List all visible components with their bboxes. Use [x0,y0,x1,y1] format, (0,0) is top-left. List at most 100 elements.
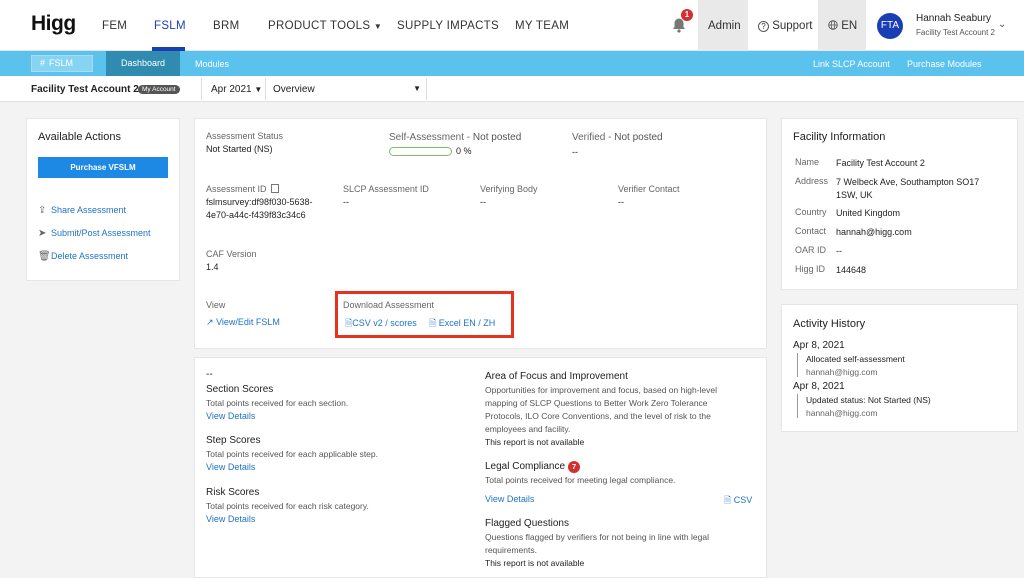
chevron-down-icon: ▼ [254,85,263,94]
view-value: Overview [273,84,315,95]
purchase-modules-link[interactable]: Purchase Modules [907,59,982,69]
flagged-desc-line1: Questions flagged by verifiers for not b… [485,532,709,542]
focus-not-available: This report is not available [485,437,585,447]
activity-by: hannah@higg.com [806,367,878,377]
verified-label: Verified - [572,132,615,143]
module-subnav: # FSLM Dashboard Modules Link SLCP Accoun… [0,51,1024,76]
delete-assessment-label: Delete Assessment [51,251,129,261]
caret-down-icon: ▼ [373,22,383,31]
share-assessment-action[interactable]: ⇪ Share Assessment [38,205,126,216]
support-label: Support [772,20,813,32]
activity-text: Updated status: Not Started (NS) [806,395,931,405]
flagged-not-available: This report is not available [485,558,585,568]
divider [265,78,266,100]
nav-my-team[interactable]: MY TEAM [515,20,569,32]
activity-date: Apr 8, 2021 [793,340,845,351]
user-name[interactable]: Hannah Seabury [916,13,991,24]
period-value: Apr 2021 [211,84,252,95]
avatar[interactable]: FTA [877,13,903,39]
tab-modules[interactable]: Modules [195,59,229,69]
nav-fem[interactable]: FEM [102,20,127,32]
share-icon: ⇪ [38,205,47,216]
verifying-body-value: -- [480,197,486,207]
tab-dashboard[interactable]: Dashboard [106,51,180,76]
period-select[interactable]: Apr 2021 ▼ [211,84,262,95]
facility-oar-label: OAR ID [795,245,827,255]
facility-contact-label: Contact [795,226,827,236]
view-edit-label: View/Edit FSLM [216,317,280,327]
link-slcp-account[interactable]: Link SLCP Account [813,59,890,69]
risk-scores-desc: Total points received for each risk cate… [206,501,369,511]
globe-icon [828,20,838,30]
flagged-questions-title: Flagged Questions [485,518,569,529]
higg-logo[interactable]: Higg [31,12,76,36]
facility-oar-value: -- [836,246,842,256]
activity-timeline-line [797,394,798,418]
trash-icon: 🗑 [38,251,51,262]
facility-address-label: Address [795,176,829,186]
activity-by: hannah@higg.com [806,408,878,418]
assessment-id-value-line1: fslmsurvey:df98f030-5638- [206,197,313,207]
csv-file-icon: 🗎 [724,495,732,505]
facility-country-value: United Kingdom [836,208,901,218]
nav-fslm[interactable]: FSLM [154,20,186,32]
delete-assessment-action[interactable]: 🗑Delete Assessment [38,251,128,262]
flagged-desc-line2: requirements. [485,545,537,555]
admin-menu[interactable]: Admin [708,20,741,32]
legal-compliance-view-details[interactable]: View Details [485,494,534,504]
copy-icon[interactable] [271,184,280,193]
risk-scores-view-details[interactable]: View Details [206,514,255,524]
section-scores-title: Section Scores [206,384,274,395]
facility-address-line1: 7 Welbeck Ave, Southampton SO17 [836,177,980,187]
submit-assessment-action[interactable]: ➤ Submit/Post Assessment [38,228,151,239]
verifier-contact-value: -- [618,197,624,207]
divider [426,78,427,100]
step-scores-view-details[interactable]: View Details [206,462,255,472]
my-account-badge: My Account [138,85,180,94]
view-select[interactable]: Overview ▼ [273,84,421,95]
nav-supply-impacts[interactable]: SUPPLY IMPACTS [397,20,499,32]
support-link[interactable]: ? Support [758,20,812,32]
activity-history-title: Activity History [793,318,866,330]
language-selector[interactable]: EN [828,20,857,32]
facility-country-label: Country [795,207,827,217]
chevron-down-icon[interactable]: ⌄ [998,19,1006,30]
assessment-id-value-line2: 4e70-a44c-f439f83c34c6 [206,210,306,220]
caf-version-label: CAF Version [206,249,257,259]
purchase-vfslm-button[interactable]: Purchase VFSLM [38,157,168,178]
fslm-pill-label: FSLM [49,58,74,68]
nav-product-tools[interactable]: PRODUCT TOOLS ▼ [268,20,382,32]
verifier-contact-label: Verifier Contact [618,184,680,194]
legal-compliance-title: Legal Compliance 7 [485,461,581,473]
account-bar: Facility Test Account 2 My Account Apr 2… [0,76,1024,102]
legal-csv-link[interactable]: 🗎 CSV [724,493,752,509]
activity-text: Allocated self-assessment [806,354,905,364]
notification-count-badge: 1 [681,9,693,21]
activity-timeline-line [797,353,798,377]
assessment-status-label: Assessment Status [206,131,284,141]
user-account: Facility Test Account 2 [916,28,995,37]
assessment-id-label-text: Assessment ID [206,184,267,194]
self-assessment-progress-bar [389,147,452,156]
external-link-icon: ↗ [206,317,214,327]
legal-compliance-count: 7 [568,461,581,473]
chevron-down-icon: ▼ [413,84,421,93]
submit-assessment-label: Submit/Post Assessment [51,228,151,238]
facility-name-value: Facility Test Account 2 [836,158,925,168]
download-highlight-box [335,291,514,338]
language-label: EN [841,20,858,32]
verified-sub-value: -- [572,147,578,157]
step-scores-title: Step Scores [206,435,261,446]
legal-compliance-desc: Total points received for meeting legal … [485,475,676,485]
nav-product-tools-label: PRODUCT TOOLS [268,20,371,32]
view-edit-fslm-link[interactable]: ↗ View/Edit FSLM [206,317,280,328]
focus-desc-line4: employees and facility. [485,424,571,434]
self-assessment-label: Self-Assessment - [389,132,473,143]
section-scores-view-details[interactable]: View Details [206,411,255,421]
facility-higg-id-label: Higg ID [795,264,826,274]
caf-version-value: 1.4 [206,262,219,272]
section-scores-desc: Total points received for each section. [206,398,349,408]
nav-brm[interactable]: BRM [213,20,239,32]
fslm-module-pill[interactable]: # FSLM [31,55,93,72]
focus-desc-line3: Protocols, ILO Core Conventions, and the… [485,411,711,421]
